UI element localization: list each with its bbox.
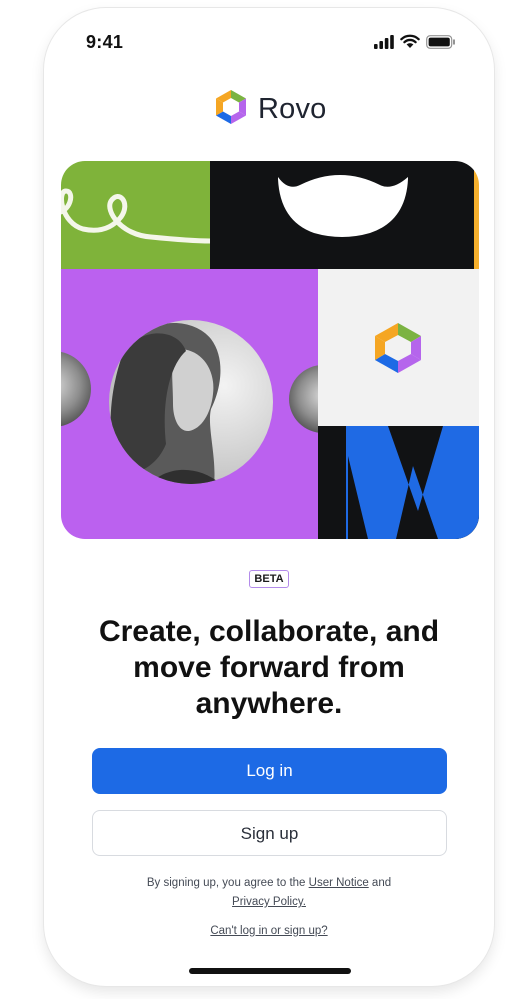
brand-header: Rovo <box>212 88 327 131</box>
hero-tile-green <box>61 161 210 269</box>
status-icons <box>374 34 456 54</box>
battery-icon <box>426 34 456 54</box>
brand-name: Rovo <box>258 93 327 125</box>
page-headline: Create, collaborate, and move forward fr… <box>98 615 440 720</box>
status-time: 9:41 <box>86 32 124 52</box>
user-notice-link[interactable]: User Notice <box>309 877 369 889</box>
wifi-icon <box>400 34 420 54</box>
signup-button[interactable]: Sign up <box>92 810 447 856</box>
home-indicator <box>189 968 351 974</box>
cant-login-link[interactable]: Can't log in or sign up? <box>210 925 327 937</box>
hero-tile-black <box>210 161 474 269</box>
legal-text: By signing up, you agree to the User Not… <box>84 874 454 912</box>
rovo-logo-large-icon <box>375 323 421 373</box>
hero-tile-letter <box>318 426 479 539</box>
hero-tile-purple <box>61 269 318 539</box>
privacy-policy-link[interactable]: Privacy Policy. <box>232 896 306 908</box>
hero-collage <box>61 161 479 539</box>
help-section: Can't log in or sign up? <box>84 925 454 937</box>
cellular-signal-icon <box>374 34 394 54</box>
legal-and: and <box>371 877 392 889</box>
hero-tile-logo <box>318 269 479 426</box>
legal-prefix: By signing up, you agree to the <box>146 877 306 889</box>
login-button[interactable]: Log in <box>92 748 447 794</box>
beta-badge: BETA <box>249 570 289 588</box>
rovo-logo-icon <box>212 88 250 131</box>
phone-screen: 9:41 Rovo BETA Create, collaborate, and … <box>44 8 494 986</box>
